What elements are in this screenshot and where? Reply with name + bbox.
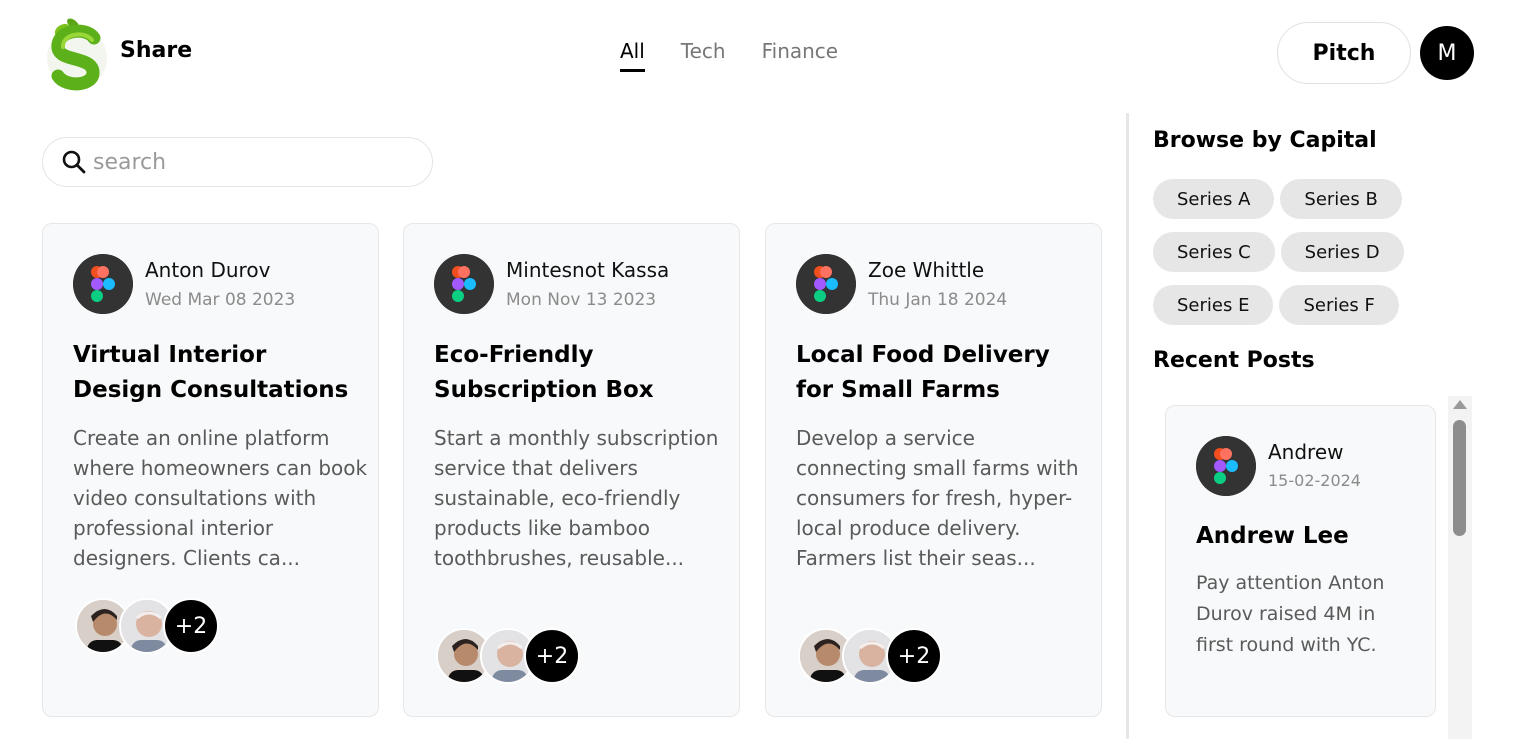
post-description: Start a monthly subscription service tha… [434, 426, 719, 570]
post-title[interactable]: Eco-Friendly Subscription Box [434, 338, 724, 408]
tab-all[interactable]: All [620, 39, 645, 72]
header: Share All Tech Finance Pitch M [0, 0, 1518, 105]
chip-series-d[interactable]: Series D [1280, 232, 1404, 272]
brand-name: Share [120, 38, 193, 63]
post-description: Create an online platform where homeowne… [73, 426, 368, 570]
investor-avatars[interactable]: +2 [436, 628, 580, 684]
tab-finance[interactable]: Finance [762, 39, 839, 72]
post-author[interactable]: Anton Durov [145, 258, 270, 282]
recent-post-card[interactable]: Andrew 15-02-2024 Andrew Lee Pay attenti… [1165, 405, 1436, 717]
post-title[interactable]: Virtual Interior Design Consultations [73, 338, 363, 408]
share-logo-icon[interactable] [46, 16, 108, 92]
chip-series-f[interactable]: Series F [1279, 285, 1399, 325]
chip-series-b[interactable]: Series B [1280, 179, 1402, 219]
more-investors-badge[interactable]: +2 [163, 598, 219, 654]
post-author[interactable]: Zoe Whittle [868, 258, 984, 282]
search-bar [42, 137, 433, 187]
pitch-button[interactable]: Pitch [1277, 22, 1411, 84]
more-investors-badge[interactable]: +2 [886, 628, 942, 684]
scrollbar-thumb[interactable] [1453, 420, 1466, 536]
scroll-up-arrow-icon[interactable] [1453, 400, 1467, 409]
recent-post-description: Pay attention Anton Durov raised 4M in f… [1196, 572, 1385, 656]
post-card[interactable]: Mintesnot Kassa Mon Nov 13 2023 Eco-Frie… [403, 223, 740, 717]
investor-avatars[interactable]: +2 [798, 628, 942, 684]
post-author[interactable]: Mintesnot Kassa [506, 258, 669, 282]
category-tabs: All Tech Finance [620, 39, 874, 72]
browse-by-capital-heading: Browse by Capital [1153, 128, 1377, 153]
chip-series-a[interactable]: Series A [1153, 179, 1275, 219]
figma-icon [796, 254, 856, 314]
more-investors-badge[interactable]: +2 [524, 628, 580, 684]
recent-posts-scrollbar[interactable] [1448, 396, 1472, 739]
post-date: Wed Mar 08 2023 [145, 290, 296, 310]
figma-icon [434, 254, 494, 314]
recent-post-date: 15-02-2024 [1268, 471, 1361, 490]
search-input[interactable] [93, 149, 393, 175]
post-description: Develop a service connecting small farms… [796, 426, 1079, 570]
post-date: Mon Nov 13 2023 [506, 290, 657, 310]
chip-series-e[interactable]: Series E [1153, 285, 1274, 325]
figma-icon [73, 254, 133, 314]
post-card[interactable]: Anton Durov Wed Mar 08 2023 Virtual Inte… [42, 223, 379, 717]
chip-series-c[interactable]: Series C [1153, 232, 1275, 272]
recent-post-title[interactable]: Andrew Lee [1196, 523, 1349, 549]
tab-tech[interactable]: Tech [681, 39, 726, 72]
search-icon [62, 150, 86, 174]
user-avatar[interactable]: M [1420, 26, 1474, 80]
recent-post-author[interactable]: Andrew [1268, 440, 1344, 464]
investor-avatars[interactable]: +2 [75, 598, 219, 654]
recent-posts-heading: Recent Posts [1153, 348, 1315, 373]
figma-icon [1196, 436, 1256, 496]
post-title[interactable]: Local Food Delivery for Small Farms [796, 338, 1086, 408]
vertical-divider [1126, 113, 1129, 739]
post-date: Thu Jan 18 2024 [868, 290, 1008, 310]
post-card[interactable]: Zoe Whittle Thu Jan 18 2024 Local Food D… [765, 223, 1102, 717]
capital-filter-chips: Series A Series B Series C Series D Seri… [1153, 179, 1423, 338]
